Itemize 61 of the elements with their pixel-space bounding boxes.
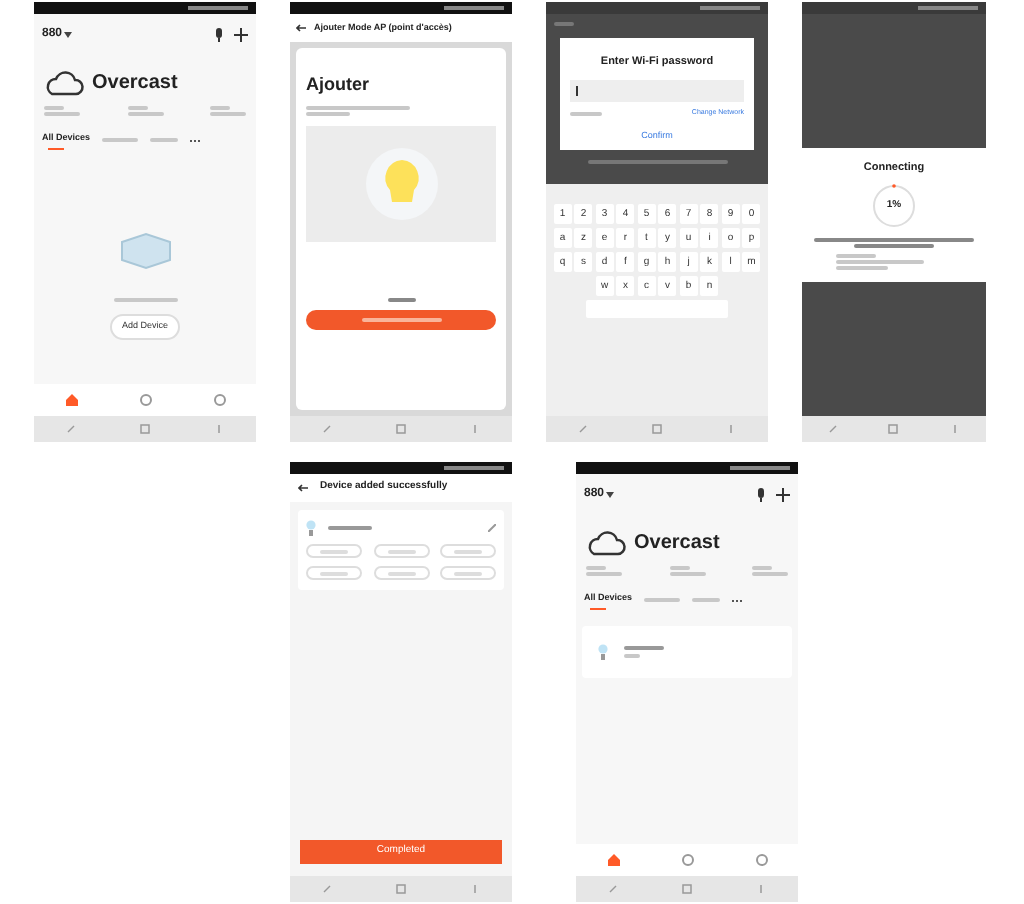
bulb-icon bbox=[598, 643, 608, 660]
square-icon[interactable] bbox=[396, 884, 406, 894]
room-chip[interactable] bbox=[440, 566, 496, 580]
weather-label: Overcast bbox=[92, 70, 178, 98]
home-icon[interactable] bbox=[65, 394, 77, 406]
illegible-text-line bbox=[387, 549, 415, 553]
room-chip[interactable] bbox=[373, 566, 429, 580]
illegible-text-line bbox=[387, 571, 415, 575]
caret-icon[interactable] bbox=[64, 32, 73, 38]
empty-box-drawing bbox=[117, 229, 173, 270]
illegible-text-line bbox=[624, 653, 640, 658]
illegible-text-line bbox=[644, 598, 681, 603]
cloud-icon bbox=[44, 70, 84, 96]
illegible-text-line bbox=[320, 549, 348, 553]
illegible-text-line bbox=[320, 571, 348, 575]
pencil-icon[interactable] bbox=[488, 524, 496, 532]
profile-icon[interactable] bbox=[755, 854, 767, 866]
microphone-icon[interactable] bbox=[214, 28, 224, 42]
weather-label: Overcast bbox=[634, 530, 720, 558]
bulb-icon bbox=[306, 520, 316, 536]
square-icon[interactable] bbox=[140, 424, 150, 434]
square-icon[interactable] bbox=[888, 424, 899, 434]
illegible-text-line bbox=[624, 645, 664, 650]
scene-icon[interactable] bbox=[681, 854, 693, 866]
scene-icon[interactable] bbox=[139, 394, 151, 406]
room-chip[interactable] bbox=[373, 544, 429, 558]
light-bulb-icon bbox=[365, 147, 437, 219]
device-card[interactable] bbox=[582, 625, 792, 678]
room-chip[interactable] bbox=[440, 544, 496, 558]
square-icon[interactable] bbox=[396, 424, 406, 434]
illegible-text-line bbox=[328, 526, 372, 530]
illegible-text-line bbox=[454, 571, 482, 575]
plus-icon[interactable] bbox=[234, 28, 248, 42]
confirm-button[interactable] bbox=[306, 309, 496, 329]
password-field[interactable] bbox=[570, 80, 744, 103]
home-icon[interactable] bbox=[607, 854, 619, 866]
square-icon[interactable] bbox=[652, 424, 662, 434]
illegible-text-line bbox=[361, 317, 441, 321]
profile-icon[interactable] bbox=[213, 394, 225, 406]
illegible-text-line bbox=[454, 549, 482, 553]
illegible-text-line bbox=[150, 138, 179, 143]
caret-icon[interactable] bbox=[606, 492, 615, 498]
tab-indicator bbox=[48, 147, 64, 150]
cloud-icon bbox=[586, 530, 626, 556]
microphone-icon[interactable] bbox=[756, 488, 766, 502]
square-icon[interactable] bbox=[682, 884, 692, 894]
room-chip[interactable] bbox=[306, 566, 362, 580]
plus-icon[interactable] bbox=[776, 488, 790, 502]
room-chip[interactable] bbox=[306, 544, 362, 558]
tab-indicator bbox=[590, 607, 606, 610]
illegible-text-line bbox=[387, 297, 415, 301]
back-arrow-icon[interactable] bbox=[296, 24, 306, 32]
illegible-text-line bbox=[554, 22, 574, 26]
illegible-text-line bbox=[692, 598, 721, 603]
card-title: Ajouter bbox=[306, 72, 371, 98]
illegible-text-line bbox=[570, 111, 602, 116]
back-arrow-icon[interactable] bbox=[298, 484, 308, 492]
illegible-text-line bbox=[113, 297, 177, 302]
illegible-text-line bbox=[102, 138, 139, 143]
illegible-text-line bbox=[587, 160, 727, 165]
progress-ring-drawing bbox=[870, 182, 918, 231]
